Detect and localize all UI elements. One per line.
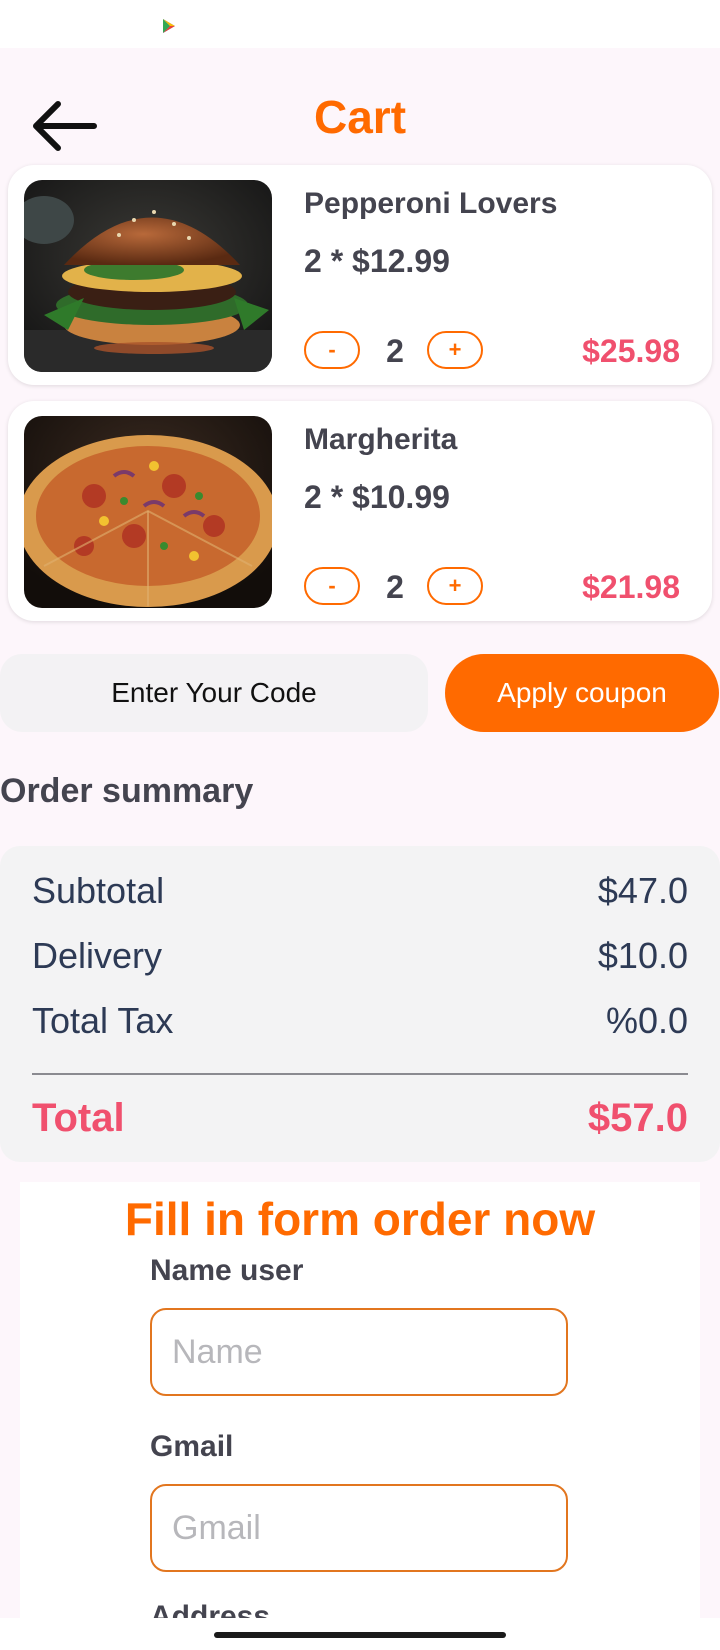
total-row: Total $57.0: [32, 1096, 688, 1141]
total-label: Total: [32, 1096, 125, 1140]
play-store-icon: [163, 19, 175, 33]
item-line-total: $21.98: [582, 569, 680, 605]
increase-quantity-button[interactable]: +: [427, 567, 483, 605]
navigation-bar: [0, 1618, 720, 1650]
gmail-field[interactable]: [150, 1484, 568, 1572]
delivery-value: $10.0: [597, 935, 688, 976]
pizza-photo: [24, 416, 272, 608]
apply-coupon-button[interactable]: Apply coupon: [445, 654, 719, 732]
delivery-label: Delivery: [32, 935, 163, 976]
name-field[interactable]: [150, 1308, 568, 1396]
increase-quantity-button[interactable]: +: [427, 331, 483, 369]
item-unit-price: 2 * $12.99: [304, 243, 450, 279]
tax-value: %0.0: [605, 1000, 688, 1041]
status-bar: [0, 0, 720, 48]
delivery-row: Delivery $10.0: [32, 935, 688, 977]
total-value: $57.0: [587, 1096, 688, 1140]
order-summary-panel: Subtotal $47.0 Delivery $10.0 Total Tax …: [0, 846, 720, 1162]
quantity-value: 2: [386, 569, 404, 605]
tax-label: Total Tax: [32, 1000, 174, 1041]
item-unit-price: 2 * $10.99: [304, 479, 450, 515]
form-title: Fill in form order now: [124, 1193, 596, 1245]
item-name: Pepperoni Lovers: [304, 187, 558, 220]
coupon-code-input[interactable]: [0, 654, 428, 732]
name-label: Name user: [150, 1254, 304, 1287]
burger-photo: [24, 180, 272, 372]
item-name: Margherita: [304, 423, 458, 456]
tax-row: Total Tax %0.0: [32, 1000, 688, 1042]
cart-item: Pepperoni Lovers 2 * $12.99 - 2 + $25.98: [8, 165, 712, 385]
quantity-value: 2: [386, 333, 404, 369]
home-gesture-handle[interactable]: [214, 1632, 506, 1638]
page-title: Cart: [313, 91, 407, 143]
subtotal-row: Subtotal $47.0: [32, 870, 688, 912]
summary-divider: [32, 1073, 688, 1075]
cart-item: Margherita 2 * $10.99 - 2 + $21.98: [8, 401, 712, 621]
decrease-quantity-button[interactable]: -: [304, 331, 360, 369]
decrease-quantity-button[interactable]: -: [304, 567, 360, 605]
subtotal-value: $47.0: [597, 870, 688, 911]
item-line-total: $25.98: [582, 333, 680, 369]
gmail-label: Gmail: [150, 1430, 234, 1463]
order-summary-title: Order summary: [0, 772, 254, 810]
subtotal-label: Subtotal: [32, 870, 165, 911]
order-form: Fill in form order now Name user Gmail A…: [20, 1182, 700, 1633]
